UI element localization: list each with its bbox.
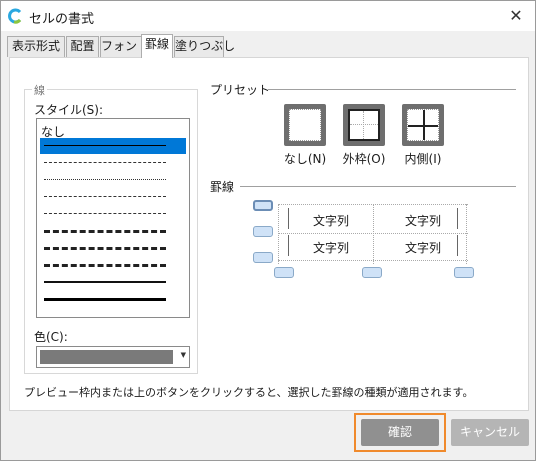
preview-cell-text: 文字列: [312, 241, 349, 255]
preset-title: プリセット: [210, 83, 271, 97]
preset-outline-icon: [348, 109, 380, 141]
line-color-swatch: [40, 350, 173, 364]
preview-cell-text: 文字列: [404, 241, 441, 255]
preset-none-button[interactable]: [284, 104, 326, 146]
border-inside-horizontal-button[interactable]: [253, 226, 273, 237]
style-option-dash-dot-dot[interactable]: [40, 206, 186, 222]
tab-font[interactable]: フォント: [100, 36, 149, 57]
border-right-button[interactable]: [454, 267, 474, 278]
close-icon[interactable]: ✕: [503, 4, 529, 28]
chevron-down-icon: ▼: [180, 351, 186, 359]
preset-divider: [268, 89, 516, 90]
border-left-button[interactable]: [274, 267, 294, 278]
style-option-medium-dash-dot-dot[interactable]: [40, 257, 186, 273]
preset-none-icon: [289, 109, 321, 141]
border-preview[interactable]: 文字列 文字列 文字列 文字列: [278, 204, 468, 264]
style-option-medium-dashed[interactable]: [40, 223, 186, 239]
preset-inside-label: 内側(I): [404, 152, 442, 166]
style-option-hair[interactable]: [40, 155, 186, 171]
cancel-button[interactable]: キャンセル: [451, 419, 529, 446]
tab-number-format[interactable]: 表示形式: [7, 36, 65, 57]
preset-inside-icon: [407, 109, 439, 141]
border-tab-panel: 線 スタイル(S): なし 色(C): ▼ プリセット なし(N) 外枠(O) …: [9, 57, 529, 411]
preset-outline-button[interactable]: [343, 104, 385, 146]
style-option-thick[interactable]: [40, 291, 186, 307]
border-top-button[interactable]: [253, 200, 273, 211]
line-style-list[interactable]: なし: [36, 118, 190, 318]
border-bottom-button[interactable]: [253, 252, 273, 263]
border-title: 罫線: [210, 180, 235, 194]
style-option-medium[interactable]: [40, 274, 186, 290]
tab-alignment[interactable]: 配置: [66, 36, 99, 57]
tab-fill[interactable]: 塗りつぶし: [174, 36, 235, 57]
preset-inside-button[interactable]: [402, 104, 444, 146]
style-option-dotted[interactable]: [40, 172, 186, 188]
tab-border[interactable]: 罫線: [141, 34, 173, 58]
border-divider: [240, 186, 516, 187]
style-label: スタイル(S):: [34, 103, 104, 117]
format-cells-dialog: セルの書式 ✕ 表示形式 配置 フォント 罫線 塗りつぶし 線 スタイル(S):…: [0, 0, 536, 461]
app-logo-icon: [8, 8, 22, 24]
style-option-dash-dot[interactable]: [40, 189, 186, 205]
ok-button[interactable]: 確認: [361, 419, 439, 446]
line-color-dropdown[interactable]: ▼: [36, 346, 190, 368]
line-group-label: 線: [32, 82, 47, 98]
window-title: セルの書式: [29, 12, 95, 27]
style-option-thin-selected[interactable]: [40, 138, 186, 154]
title-bar: セルの書式 ✕: [1, 1, 535, 31]
border-inside-vertical-button[interactable]: [362, 267, 382, 278]
preset-none-label: なし(N): [283, 152, 327, 166]
preview-cell-text: 文字列: [312, 214, 349, 228]
style-option-medium-dash-dot[interactable]: [40, 240, 186, 256]
color-label: 色(C):: [34, 330, 68, 344]
preview-cell-text: 文字列: [404, 214, 441, 228]
preset-outline-label: 外枠(O): [342, 152, 386, 166]
help-note: プレビュー枠内または上のボタンをクリックすると、選択した罫線の種類が適用されます…: [24, 386, 474, 399]
